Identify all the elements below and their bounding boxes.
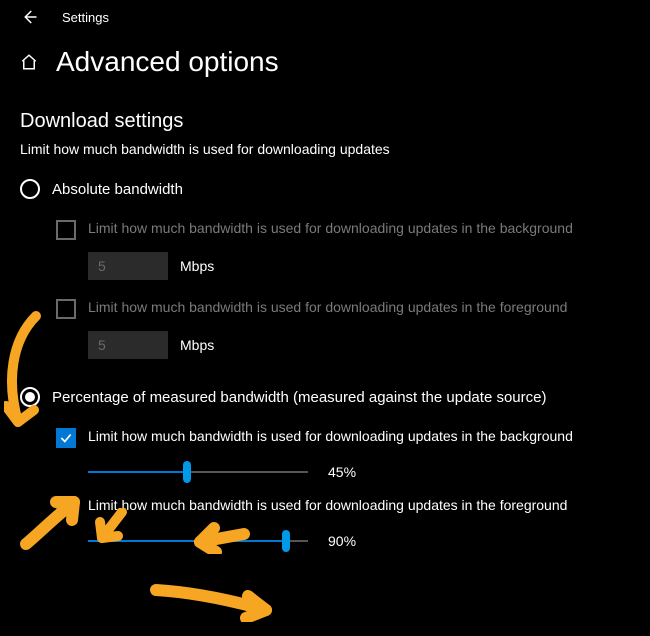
section-title: Download settings	[0, 88, 650, 141]
annotation-arrow-icon	[150, 582, 280, 622]
percentage-background-label: Limit how much bandwidth is used for dow…	[88, 427, 573, 447]
absolute-background-unit: Mbps	[180, 258, 214, 274]
percentage-background-slider[interactable]	[88, 462, 308, 482]
back-icon[interactable]	[20, 8, 38, 26]
app-title: Settings	[62, 10, 109, 25]
radio-percentage-label: Percentage of measured bandwidth (measur…	[52, 389, 546, 406]
absolute-background-checkbox[interactable]: Limit how much bandwidth is used for dow…	[56, 211, 630, 248]
absolute-background-input[interactable]: 5	[88, 252, 168, 280]
radio-percentage-bandwidth[interactable]: Percentage of measured bandwidth (measur…	[0, 383, 650, 411]
percentage-foreground-slider[interactable]	[88, 531, 308, 551]
radio-absolute-bandwidth[interactable]: Absolute bandwidth	[0, 175, 650, 203]
page-title: Advanced options	[56, 46, 279, 78]
checkbox-checked-icon	[56, 497, 76, 517]
section-description: Limit how much bandwidth is used for dow…	[0, 141, 650, 175]
absolute-foreground-label: Limit how much bandwidth is used for dow…	[88, 298, 567, 318]
percentage-foreground-label: Limit how much bandwidth is used for dow…	[88, 496, 567, 516]
checkbox-unchecked-icon	[56, 299, 76, 319]
checkbox-checked-icon	[56, 428, 76, 448]
radio-absolute-label: Absolute bandwidth	[52, 181, 183, 198]
checkbox-unchecked-icon	[56, 220, 76, 240]
radio-checked-icon	[20, 387, 40, 407]
absolute-foreground-checkbox[interactable]: Limit how much bandwidth is used for dow…	[56, 290, 630, 327]
percentage-background-checkbox[interactable]: Limit how much bandwidth is used for dow…	[56, 419, 630, 456]
radio-unchecked-icon	[20, 179, 40, 199]
percentage-foreground-checkbox[interactable]: Limit how much bandwidth is used for dow…	[56, 488, 630, 525]
absolute-background-label: Limit how much bandwidth is used for dow…	[88, 219, 573, 239]
absolute-foreground-input[interactable]: 5	[88, 331, 168, 359]
percentage-background-value: 45%	[328, 464, 368, 480]
absolute-foreground-unit: Mbps	[180, 337, 214, 353]
percentage-foreground-value: 90%	[328, 533, 368, 549]
home-icon[interactable]	[20, 53, 38, 71]
